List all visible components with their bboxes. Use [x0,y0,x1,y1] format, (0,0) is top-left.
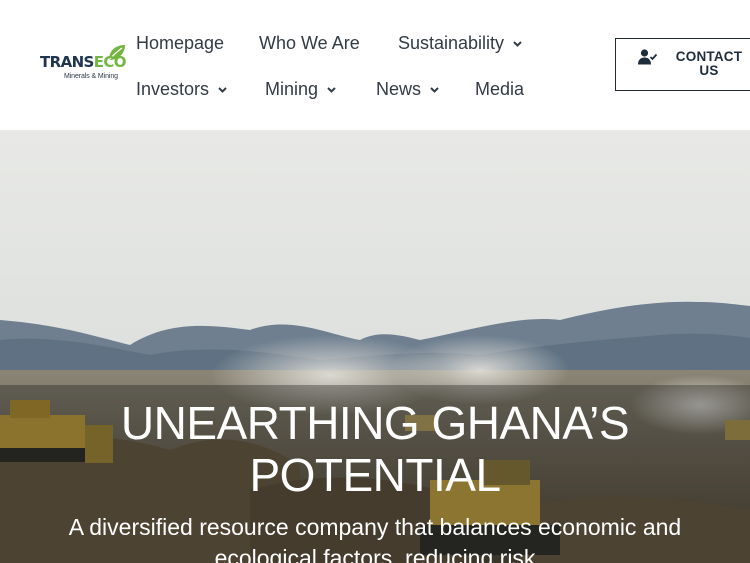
logo-tagline: Minerals & Mining [64,73,118,80]
chevron-down-icon [327,87,336,94]
nav-item-label: Investors [136,79,210,99]
contact-us-label: CONTACT US [675,49,743,78]
chevron-down-icon [430,87,439,94]
nav-item-sustainability[interactable]: Sustainability [398,32,522,54]
logo-wordmark: TRANSECO [40,53,127,71]
site-logo[interactable]: TRANSECO Minerals & Mining [38,44,130,86]
contact-us-button[interactable]: CONTACT US [615,38,750,91]
site-header: TRANSECO Minerals & Mining Homepage Who … [0,0,750,130]
hero-title: UNEARTHING GHANA’S POTENTIAL [120,397,630,501]
chevron-down-icon [218,87,227,94]
nav-item-media[interactable]: Media [475,78,524,100]
nav-item-mining[interactable]: Mining [265,78,336,100]
hero-section: UNEARTHING GHANA’S POTENTIAL A diversifie… [0,130,750,563]
nav-item-news[interactable]: News [376,78,439,100]
hero-subtitle: A diversified resource company that bala… [68,514,682,563]
nav-item-label: Who We Are [259,33,360,53]
nav-item-label: Sustainability [398,33,505,53]
nav-item-label: Mining [265,79,319,99]
user-check-icon [638,49,658,65]
nav-item-label: Homepage [136,33,225,53]
nav-item-label: News [376,79,422,99]
chevron-down-icon [513,41,522,48]
nav-item-investors[interactable]: Investors [136,78,227,100]
nav-item-label: Media [475,79,525,99]
nav-item-homepage[interactable]: Homepage [136,32,224,54]
nav-item-who-we-are[interactable]: Who We Are [259,32,360,54]
